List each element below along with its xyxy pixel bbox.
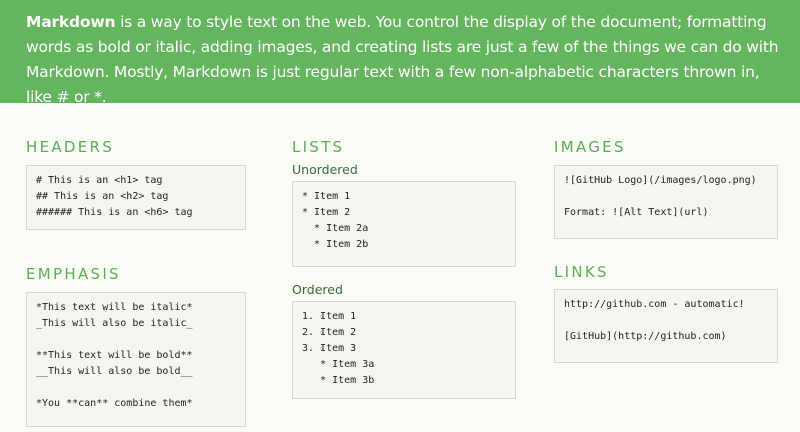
ordered-code-box: 1. Item 1 2. Item 2 3. Item 3 * Item 3a * … [292, 301, 516, 399]
code-line: 3. Item 3 [302, 343, 357, 354]
code-line: * Item 2b [302, 239, 369, 250]
code-line: * Item 3b [302, 375, 375, 386]
code-line: *You **can** combine them* [36, 398, 193, 409]
code-line: 2. Item 2 [302, 327, 357, 338]
code-line: # This is an <h1> tag [36, 175, 163, 186]
code-line: 1. Item 1 [302, 311, 357, 322]
unordered-label: Unordered [292, 162, 358, 177]
code-line: * Item 1 [302, 191, 351, 202]
intro-banner: Markdown is a way to style text on the w… [0, 0, 800, 106]
code-line: _This will also be italic_ [36, 318, 193, 329]
code-line: ![GitHub Logo](/images/logo.png) [564, 175, 757, 186]
lists-heading: LISTS [292, 138, 345, 156]
unordered-code-box: * Item 1 * Item 2 * Item 2a * Item 2b [292, 181, 516, 267]
images-code-box: ![GitHub Logo](/images/logo.png) Format: … [554, 165, 778, 239]
code-line: **This text will be bold** [36, 350, 193, 361]
code-line: ###### This is an <h6> tag [36, 207, 193, 218]
code-line: ## This is an <h2> tag [36, 191, 169, 202]
code-line: * Item 3a [302, 359, 375, 370]
headers-code-box: # This is an <h1> tag ## This is an <h2> … [26, 165, 246, 230]
code-line: * Item 2 [302, 207, 351, 218]
intro-text: is a way to style text on the web. You c… [26, 13, 779, 106]
emphasis-heading: EMPHASIS [26, 265, 121, 283]
images-heading: IMAGES [554, 138, 626, 156]
code-line: * Item 2a [302, 223, 369, 234]
code-line: [GitHub](http://github.com) [564, 331, 727, 342]
code-line: Format: ![Alt Text](url) [564, 207, 709, 218]
emphasis-code-box: *This text will be italic* _This will als… [26, 292, 246, 427]
code-line: http://github.com - automatic! [564, 299, 745, 310]
links-heading: LINKS [554, 263, 609, 281]
links-code-box: http://github.com - automatic! [GitHub](h… [554, 289, 778, 363]
headers-heading: HEADERS [26, 138, 115, 156]
intro-bold: Markdown [26, 13, 116, 31]
code-line: __This will also be bold__ [36, 366, 193, 377]
code-line: *This text will be italic* [36, 302, 193, 313]
ordered-label: Ordered [292, 282, 343, 297]
